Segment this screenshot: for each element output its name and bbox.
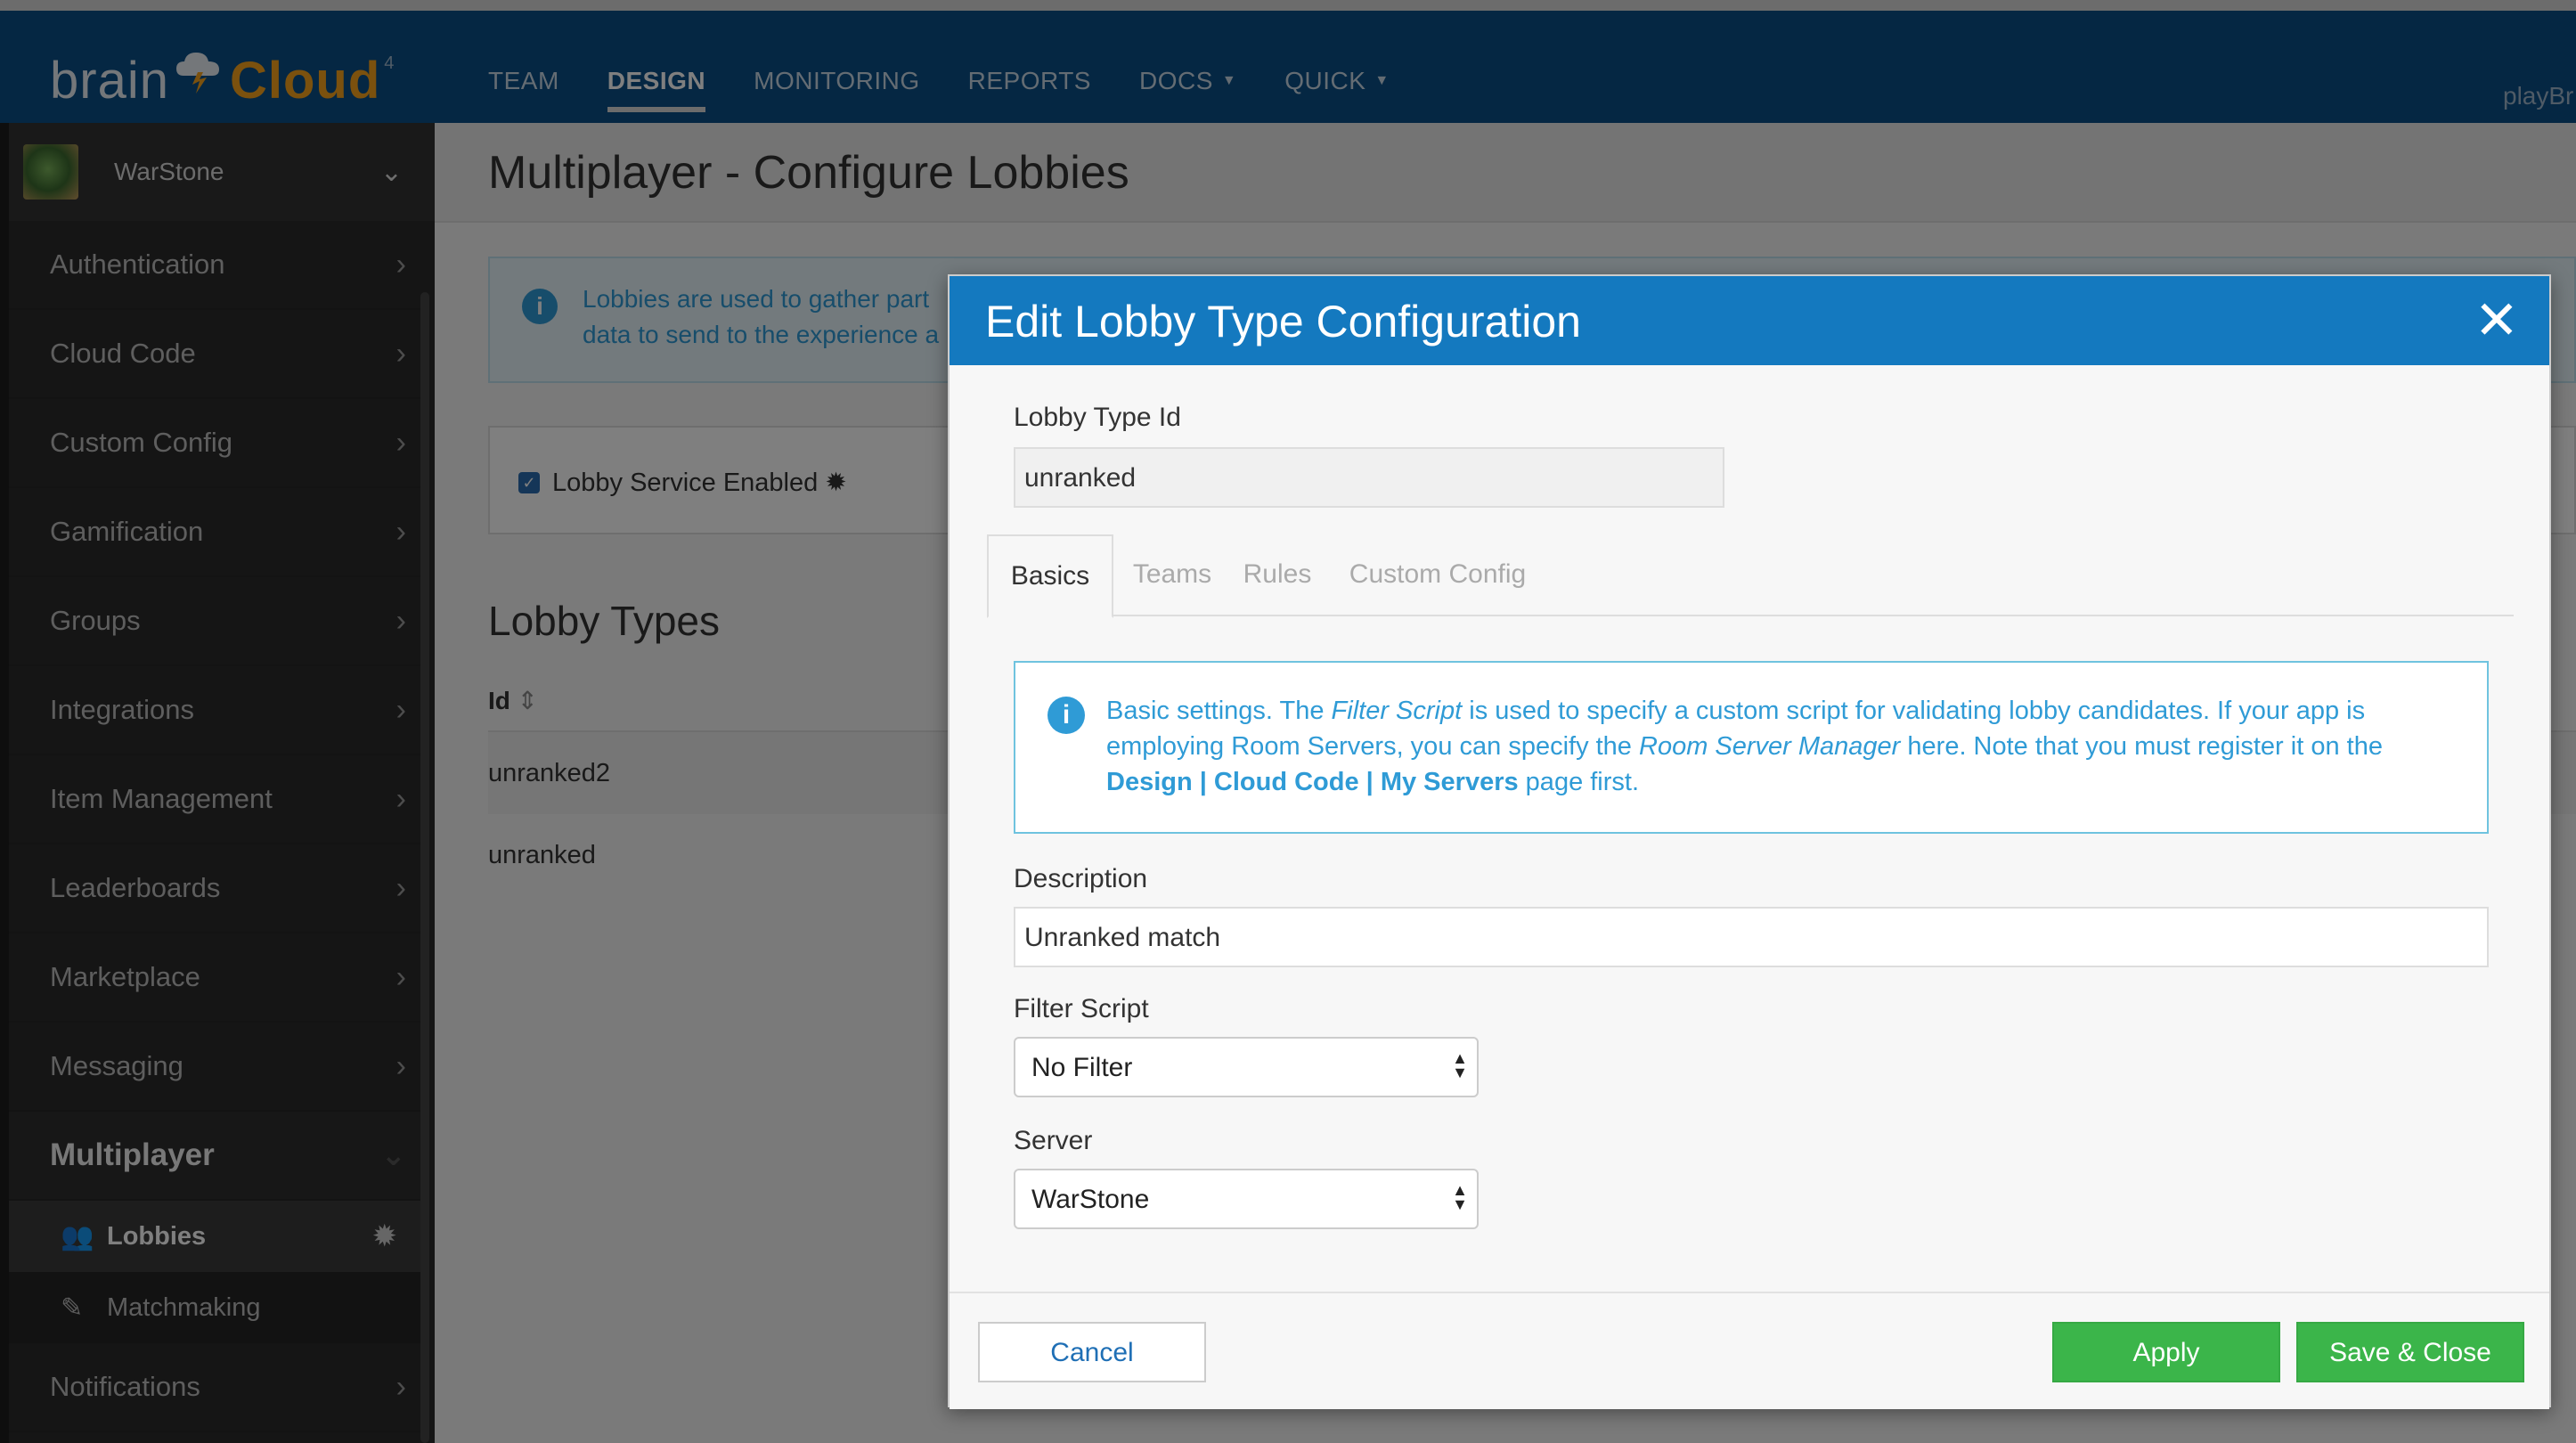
server-select[interactable]: WarStone ▲ ▼: [1014, 1169, 1479, 1229]
modal-title: Edit Lobby Type Configuration: [985, 297, 1581, 346]
info-text-part: here. Note that you must register it on …: [1900, 732, 2383, 761]
server-label: Server: [1014, 1126, 1093, 1155]
description-field[interactable]: Unranked match: [1014, 907, 2489, 967]
save-close-button[interactable]: Save & Close: [2296, 1322, 2524, 1382]
close-icon[interactable]: ✕: [2474, 294, 2519, 347]
modal-body: Lobby Type Id unranked Basics Teams Rule…: [950, 365, 2549, 1292]
lobby-type-id-label: Lobby Type Id: [1014, 403, 1181, 432]
modal-tabs: Basics Teams Rules Custom Config: [987, 534, 2514, 618]
modal-footer: Cancel Apply Save & Close: [950, 1292, 2549, 1409]
modal-header: Edit Lobby Type Configuration ✕: [950, 276, 2549, 365]
server-value: WarStone: [1031, 1185, 1150, 1214]
tab-basics[interactable]: Basics: [987, 534, 1113, 618]
info-text-part: page first.: [1518, 768, 1640, 796]
edit-lobby-type-modal: Edit Lobby Type Configuration ✕ Lobby Ty…: [948, 274, 2551, 1409]
description-label: Description: [1014, 864, 1148, 893]
tab-rules[interactable]: Rules: [1233, 534, 1322, 616]
filter-script-value: No Filter: [1031, 1053, 1133, 1082]
select-arrows-icon: ▲ ▼: [1452, 1181, 1468, 1213]
apply-button[interactable]: Apply: [2052, 1322, 2280, 1382]
basics-info-text: Basic settings. The Filter Script is use…: [1106, 693, 2460, 800]
info-text-filter-script: Filter Script: [1331, 697, 1463, 725]
my-servers-link[interactable]: Design | Cloud Code | My Servers: [1106, 768, 1519, 796]
basics-info-box: i Basic settings. The Filter Script is u…: [1014, 661, 2489, 834]
filter-script-label: Filter Script: [1014, 994, 1149, 1023]
cancel-button[interactable]: Cancel: [978, 1322, 1206, 1382]
info-text-part: Basic settings. The: [1106, 697, 1332, 725]
info-icon: i: [1048, 697, 1085, 734]
info-text-room-server-manager: Room Server Manager: [1639, 732, 1901, 761]
lobby-type-id-field[interactable]: unranked: [1014, 447, 1724, 508]
tab-teams[interactable]: Teams: [1129, 534, 1215, 616]
filter-script-select[interactable]: No Filter ▲ ▼: [1014, 1037, 1479, 1097]
select-arrows-icon: ▲ ▼: [1452, 1049, 1468, 1081]
tab-custom-config[interactable]: Custom Config: [1341, 534, 1534, 616]
